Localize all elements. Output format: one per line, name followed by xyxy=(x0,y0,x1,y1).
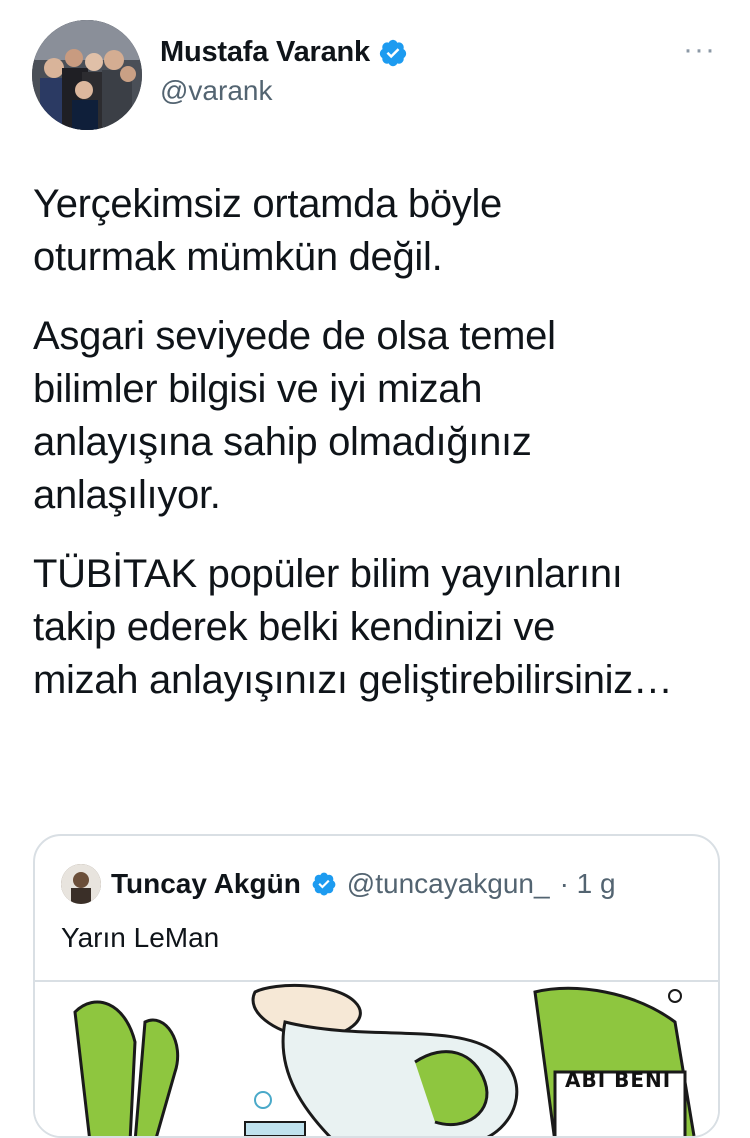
quoted-tweet-header: Tuncay Akgün @tuncayakgun_ · 1 g xyxy=(61,864,616,904)
quoted-author-handle[interactable]: @tuncayakgun_ xyxy=(347,868,550,900)
cartoon-speech-text: ABI BENI xyxy=(565,1068,672,1092)
quoted-author-avatar[interactable] xyxy=(61,864,101,904)
author-block: Mustafa Varank @varank xyxy=(160,36,408,107)
tweet-paragraph: TÜBİTAK popüler bilim yayınlarını takip … xyxy=(33,552,673,702)
verified-badge-icon xyxy=(312,872,336,896)
quoted-timestamp[interactable]: · 1 g xyxy=(560,868,616,900)
verified-badge-icon xyxy=(379,39,407,66)
quoted-cartoon-image[interactable]: ABI BENI xyxy=(35,980,718,1136)
author-name[interactable]: Mustafa Varank xyxy=(160,36,370,69)
more-options-icon[interactable]: ··· xyxy=(683,35,716,65)
tweet-text: Yerçekimsiz ortamda böyle oturmak mümkün… xyxy=(33,178,723,733)
tweet-paragraph: Yerçekimsiz ortamda böyle oturmak mümkün… xyxy=(33,182,503,279)
quoted-author-name[interactable]: Tuncay Akgün xyxy=(111,868,301,900)
quoted-tweet-text: Yarın LeMan xyxy=(61,922,220,953)
author-handle[interactable]: @varank xyxy=(160,75,408,107)
tweet-paragraph: Asgari seviyede de olsa temel bilimler b… xyxy=(33,314,556,517)
author-avatar[interactable] xyxy=(32,20,142,130)
quoted-tweet-card[interactable]: Tuncay Akgün @tuncayakgun_ · 1 g Yarın L… xyxy=(33,834,720,1138)
